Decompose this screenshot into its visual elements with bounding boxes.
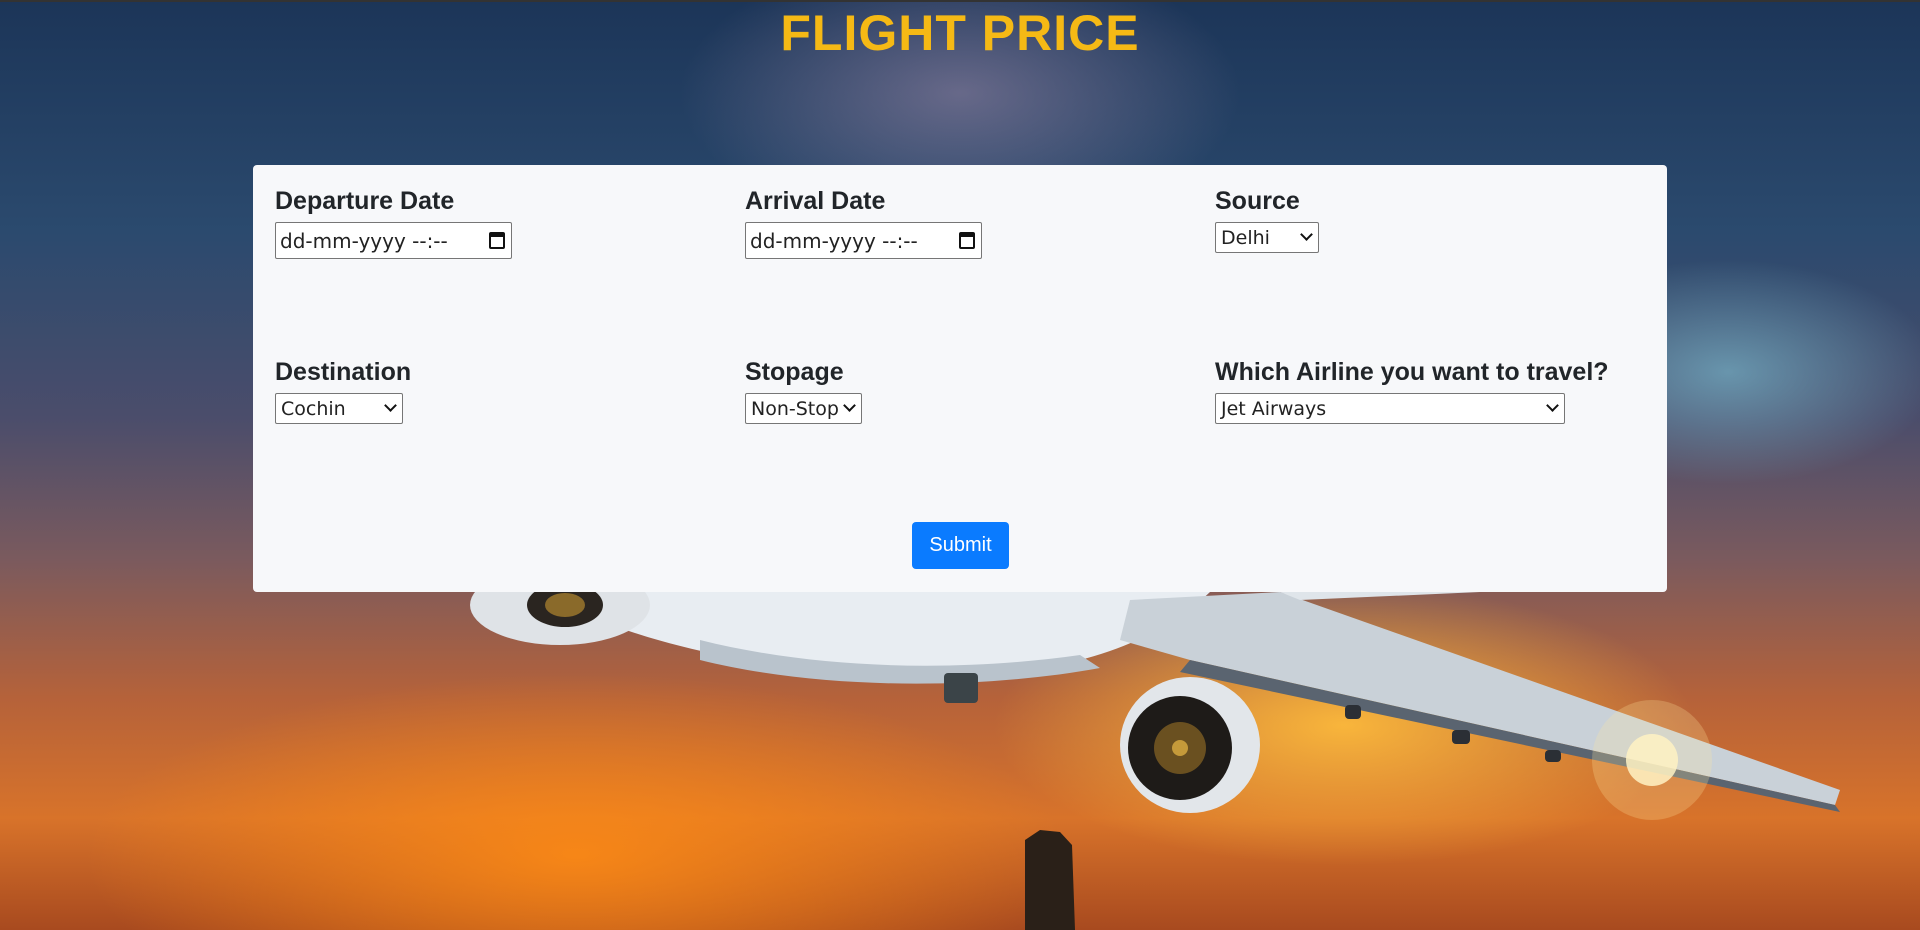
arrival-date-field: Arrival Date dd-mm-yyyy --:-- <box>745 187 982 259</box>
arrival-date-label: Arrival Date <box>745 187 886 215</box>
arrival-date-input[interactable]: dd-mm-yyyy --:-- <box>745 222 982 259</box>
calendar-icon[interactable] <box>489 232 505 249</box>
source-select[interactable]: Delhi <box>1215 222 1319 253</box>
airline-selected-value: Jet Airways <box>1221 397 1327 420</box>
stopage-field: Stopage Non-Stop <box>745 358 862 424</box>
calendar-icon[interactable] <box>959 232 975 249</box>
destination-selected-value: Cochin <box>281 397 346 420</box>
chevron-down-icon <box>384 399 397 412</box>
airline-field: Which Airline you want to travel? Jet Ai… <box>1215 358 1609 424</box>
departure-date-label: Departure Date <box>275 187 455 215</box>
floating-dark-button[interactable] <box>944 673 978 703</box>
source-field: Source Delhi <box>1215 187 1319 253</box>
stopage-label: Stopage <box>745 358 844 386</box>
departure-date-placeholder: dd-mm-yyyy --:-- <box>280 228 448 253</box>
chevron-down-icon <box>1300 228 1313 241</box>
destination-field: Destination Cochin <box>275 358 411 424</box>
destination-select[interactable]: Cochin <box>275 393 403 424</box>
source-selected-value: Delhi <box>1221 226 1270 249</box>
destination-label: Destination <box>275 358 412 386</box>
arrival-date-placeholder: dd-mm-yyyy --:-- <box>750 228 918 253</box>
airline-label: Which Airline you want to travel? <box>1215 358 1609 386</box>
airline-select[interactable]: Jet Airways <box>1215 393 1565 424</box>
chevron-down-icon <box>1546 399 1559 412</box>
submit-button[interactable]: Submit <box>912 522 1009 569</box>
chevron-down-icon <box>843 399 856 412</box>
flight-form-card: Departure Date dd-mm-yyyy --:-- Arrival … <box>253 165 1667 592</box>
departure-date-input[interactable]: dd-mm-yyyy --:-- <box>275 222 512 259</box>
stopage-selected-value: Non-Stop <box>751 397 839 420</box>
page-title: FLIGHT PRICE <box>780 5 1140 61</box>
departure-date-field: Departure Date dd-mm-yyyy --:-- <box>275 187 512 259</box>
source-label: Source <box>1215 187 1300 215</box>
stopage-select[interactable]: Non-Stop <box>745 393 862 424</box>
